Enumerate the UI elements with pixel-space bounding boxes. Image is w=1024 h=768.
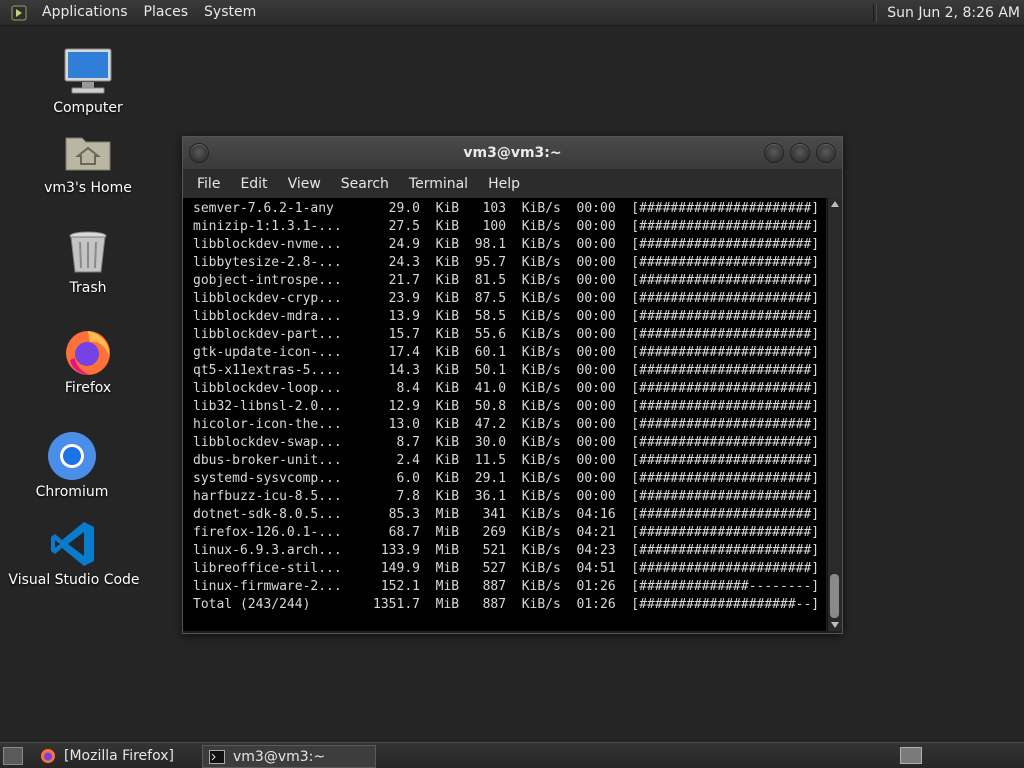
terminal-line: minizip-1:1.3.1-... 27.5 KiB 100 KiB/s 0…: [193, 219, 826, 234]
terminal-line: libblockdev-part... 15.7 KiB 55.6 KiB/s …: [193, 327, 826, 342]
firefox-icon: [62, 326, 114, 378]
window-title: vm3@vm3:~: [463, 145, 562, 161]
menu-terminal[interactable]: Terminal: [399, 176, 478, 192]
desktop-icon-computer[interactable]: Computer: [13, 46, 163, 116]
terminal-icon: [209, 749, 225, 765]
terminal-line: libblockdev-cryp... 23.9 KiB 87.5 KiB/s …: [193, 291, 826, 306]
terminal-line: gtk-update-icon-... 17.4 KiB 60.1 KiB/s …: [193, 345, 826, 360]
menu-file[interactable]: File: [187, 176, 230, 192]
maximize-button[interactable]: [790, 143, 810, 163]
terminal-line: linux-firmware-2... 152.1 MiB 887 KiB/s …: [193, 579, 826, 594]
applications-menu[interactable]: Applications: [34, 0, 136, 25]
desktop-icon-label: Firefox: [64, 380, 112, 396]
terminal-line: libbytesize-2.8-... 24.3 KiB 95.7 KiB/s …: [193, 255, 826, 270]
chromium-icon: [46, 430, 98, 482]
computer-icon: [62, 46, 114, 98]
taskbar-item-terminal[interactable]: vm3@vm3:~: [202, 745, 376, 768]
desktop-icon-label: Trash: [69, 280, 107, 296]
terminal-line: firefox-126.0.1-... 68.7 MiB 269 KiB/s 0…: [193, 525, 826, 540]
desktop-icon-label: Computer: [53, 100, 123, 116]
desktop-icon-chromium[interactable]: Chromium: [0, 430, 147, 500]
scroll-up-arrow-icon[interactable]: [831, 201, 839, 207]
terminal-line: libblockdev-mdra... 13.9 KiB 58.5 KiB/s …: [193, 309, 826, 324]
scrollbar-thumb[interactable]: [830, 574, 839, 618]
taskbar-item-firefox[interactable]: [Mozilla Firefox]: [34, 745, 200, 766]
terminal-line: lib32-libnsl-2.0... 12.9 KiB 50.8 KiB/s …: [193, 399, 826, 414]
terminal-line: gobject-introspe... 21.7 KiB 81.5 KiB/s …: [193, 273, 826, 288]
close-button[interactable]: [816, 143, 836, 163]
home-folder-icon: [62, 126, 114, 178]
menu-help[interactable]: Help: [478, 176, 530, 192]
window-titlebar[interactable]: vm3@vm3:~: [183, 137, 842, 170]
menu-search[interactable]: Search: [331, 176, 399, 192]
terminal-window[interactable]: vm3@vm3:~ File Edit View Search Terminal…: [182, 136, 843, 634]
desktop-icon-trash[interactable]: Trash: [13, 226, 163, 296]
terminal-line: semver-7.6.2-1-any 29.0 KiB 103 KiB/s 00…: [193, 201, 826, 216]
terminal-line: dotnet-sdk-8.0.5... 85.3 MiB 341 KiB/s 0…: [193, 507, 826, 522]
top-panel: Applications Places System Sun Jun 2, 8:…: [0, 0, 1024, 26]
terminal-line: linux-6.9.3.arch... 133.9 MiB 521 KiB/s …: [193, 543, 826, 558]
desktop-icon-label: Chromium: [35, 484, 109, 500]
minimize-button[interactable]: [764, 143, 784, 163]
desktop-icon-firefox[interactable]: Firefox: [13, 326, 163, 396]
terminal-line: Total (243/244) 1351.7 MiB 887 KiB/s 01:…: [193, 597, 826, 612]
menu-edit[interactable]: Edit: [230, 176, 277, 192]
trash-icon: [62, 226, 114, 278]
terminal-output[interactable]: semver-7.6.2-1-any 29.0 KiB 103 KiB/s 00…: [183, 198, 826, 631]
desktop-icon-vscode[interactable]: Visual Studio Code: [0, 518, 149, 588]
bottom-panel: [Mozilla Firefox] vm3@vm3:~: [0, 742, 1024, 768]
system-menu[interactable]: System: [196, 0, 264, 25]
desktop-icon-label: Visual Studio Code: [8, 572, 140, 588]
panel-separator: [873, 3, 878, 22]
show-desktop-button[interactable]: [3, 747, 23, 765]
terminal-line: qt5-x11extras-5.... 14.3 KiB 50.1 KiB/s …: [193, 363, 826, 378]
applications-logo-icon[interactable]: [10, 4, 28, 22]
desktop-icon-label: vm3's Home: [44, 180, 132, 196]
terminal-menubar: File Edit View Search Terminal Help: [183, 170, 842, 198]
scroll-down-arrow-icon[interactable]: [831, 622, 839, 628]
vscode-icon: [48, 518, 100, 570]
terminal-line: systemd-sysvcomp... 6.0 KiB 29.1 KiB/s 0…: [193, 471, 826, 486]
places-menu[interactable]: Places: [136, 0, 197, 25]
firefox-icon: [40, 748, 56, 764]
terminal-line: harfbuzz-icu-8.5... 7.8 KiB 36.1 KiB/s 0…: [193, 489, 826, 504]
taskbar-item-label: [Mozilla Firefox]: [64, 747, 174, 764]
menu-view[interactable]: View: [278, 176, 331, 192]
terminal-scrollbar[interactable]: [827, 198, 842, 631]
desktop-icon-home[interactable]: vm3's Home: [13, 126, 163, 196]
terminal-line: libreoffice-stil... 149.9 MiB 527 KiB/s …: [193, 561, 826, 576]
terminal-line: libblockdev-swap... 8.7 KiB 30.0 KiB/s 0…: [193, 435, 826, 450]
terminal-lines: semver-7.6.2-1-any 29.0 KiB 103 KiB/s 00…: [183, 198, 826, 614]
taskbar-item-label: vm3@vm3:~: [233, 748, 326, 765]
terminal-line: dbus-broker-unit... 2.4 KiB 11.5 KiB/s 0…: [193, 453, 826, 468]
terminal-line: hicolor-icon-the... 13.0 KiB 47.2 KiB/s …: [193, 417, 826, 432]
clock[interactable]: Sun Jun 2, 8:26 AM: [887, 5, 1024, 21]
workspace-switcher[interactable]: [900, 747, 922, 764]
terminal-line: libblockdev-nvme... 24.9 KiB 98.1 KiB/s …: [193, 237, 826, 252]
terminal-line: libblockdev-loop... 8.4 KiB 41.0 KiB/s 0…: [193, 381, 826, 396]
